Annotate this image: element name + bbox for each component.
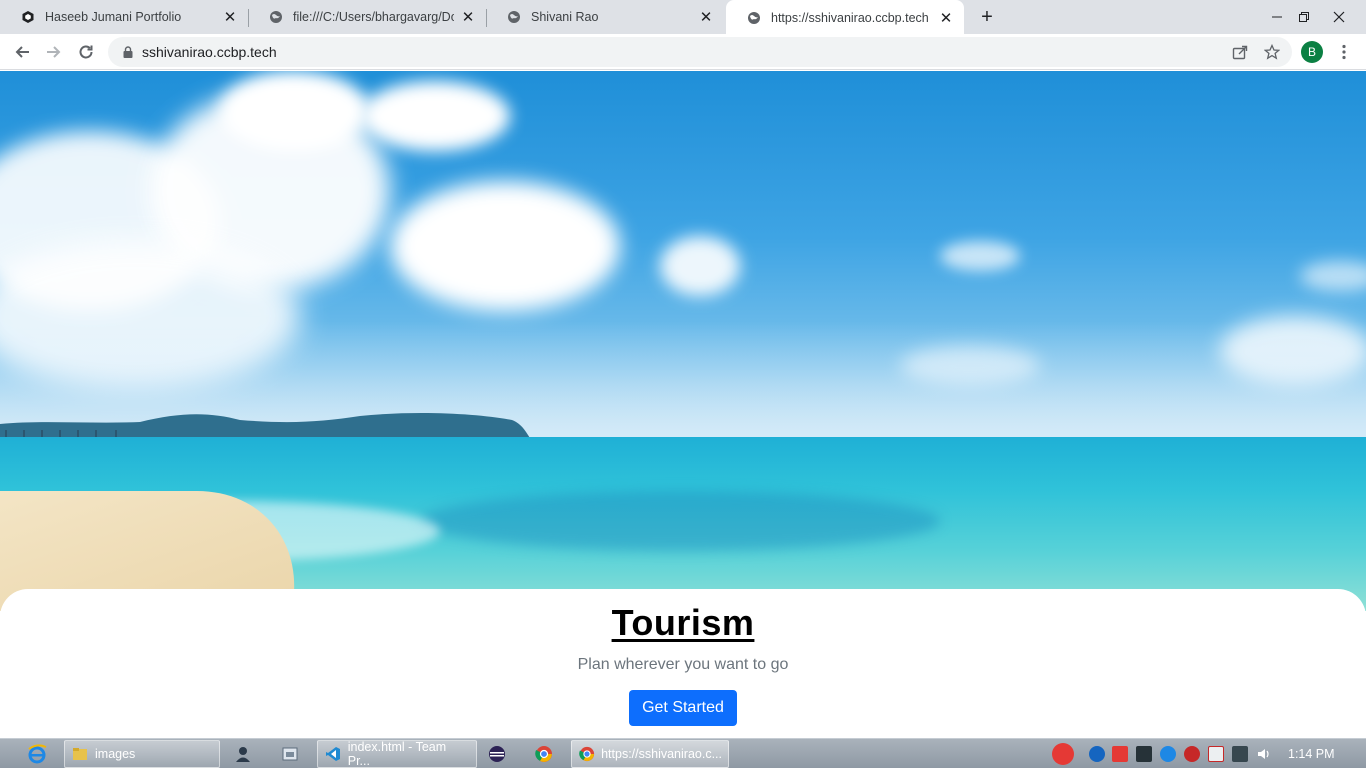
address-bar[interactable]: sshivanirao.ccbp.tech	[108, 37, 1292, 67]
back-button[interactable]	[9, 39, 35, 65]
browser-tab-strip: Haseeb Jumani Portfolio ✕ file:///C:/Use…	[0, 0, 1366, 35]
tab-shivani-rao[interactable]: Shivani Rao ✕	[486, 0, 724, 34]
bookmark-star-icon[interactable]	[1260, 40, 1284, 64]
chrome-icon	[578, 745, 595, 763]
bluetooth-icon[interactable]	[1089, 746, 1105, 762]
sea-shadow	[420, 491, 940, 551]
taskbar-item-vscode[interactable]: index.html - Team Pr...	[317, 740, 477, 768]
eclipse-icon[interactable]	[488, 740, 514, 768]
app-tray-icon[interactable]	[1052, 743, 1074, 765]
app-person-icon[interactable]	[234, 740, 260, 768]
share-icon[interactable]	[1228, 40, 1252, 64]
lock-icon	[118, 46, 138, 58]
close-icon[interactable]: ✕	[222, 9, 238, 26]
address-url[interactable]: sshivanirao.ccbp.tech	[142, 44, 277, 60]
taskbar-item-chrome-active[interactable]: https://sshivanirao.c...	[571, 740, 729, 768]
close-icon[interactable]: ✕	[460, 9, 476, 26]
action-center-icon[interactable]	[1208, 746, 1224, 762]
cloud	[660, 236, 740, 296]
page-subtitle: Plan wherever you want to go	[577, 656, 789, 673]
browser-toolbar: sshivanirao.ccbp.tech B	[0, 34, 1366, 70]
page-title: Tourism	[611, 602, 755, 643]
kebab-menu-icon[interactable]	[1334, 40, 1354, 64]
hero-beach-image	[0, 71, 1366, 611]
close-icon[interactable]: ✕	[938, 10, 954, 27]
network-icon[interactable]	[1232, 746, 1248, 762]
forward-button[interactable]	[41, 39, 67, 65]
get-started-button[interactable]: Get Started	[629, 690, 737, 726]
tab-title: https://sshivanirao.ccbp.tech	[771, 10, 929, 25]
internet-explorer-icon[interactable]	[26, 740, 52, 768]
tab-title: file:///C:/Users/bhargavarg/Down	[293, 10, 454, 24]
distant-island	[0, 413, 530, 440]
teamviewer-icon[interactable]	[1160, 746, 1176, 762]
profile-avatar[interactable]: B	[1301, 41, 1323, 63]
new-tab-button[interactable]: +	[976, 6, 998, 28]
close-icon[interactable]: ✕	[698, 9, 714, 26]
windows-taskbar: images index.html - Team Pr... https://s…	[0, 738, 1366, 768]
screen-recorder-icon[interactable]	[1112, 746, 1128, 762]
tab-local-file[interactable]: file:///C:/Users/bhargavarg/Down ✕	[248, 0, 486, 34]
chrome-icon[interactable]	[535, 740, 561, 768]
webflow-icon	[20, 9, 36, 25]
tab-title: Shivani Rao	[531, 10, 599, 24]
app-window-icon[interactable]	[281, 740, 307, 768]
globe-icon	[746, 10, 762, 26]
tab-title: Haseeb Jumani Portfolio	[45, 10, 182, 24]
globe-icon	[268, 9, 284, 25]
cloud	[940, 241, 1020, 271]
vscode-icon	[324, 745, 342, 763]
taskbar-item-images[interactable]: images	[64, 740, 220, 768]
display-icon[interactable]	[1136, 746, 1152, 762]
cloud	[390, 181, 620, 311]
taskbar-label: https://sshivanirao.c...	[601, 747, 722, 761]
page-viewport: Tourism Plan wherever you want to go Get…	[0, 71, 1366, 738]
restore-button[interactable]	[1287, 0, 1321, 34]
taskbar-label: index.html - Team Pr...	[347, 740, 447, 768]
cloud	[360, 81, 510, 151]
tab-sshivanirao-active[interactable]: https://sshivanirao.ccbp.tech ✕	[726, 0, 964, 35]
taskbar-label: images	[95, 747, 136, 761]
close-window-button[interactable]	[1322, 0, 1356, 34]
reload-button[interactable]	[73, 39, 99, 65]
taskbar-clock[interactable]: 1:14 PM	[1288, 739, 1335, 768]
cloud	[220, 71, 370, 151]
volume-icon[interactable]	[1256, 746, 1272, 762]
antivirus-icon[interactable]	[1184, 746, 1200, 762]
folder-icon	[71, 745, 89, 763]
globe-icon	[506, 9, 522, 25]
tab-haseeb-jumani-portfolio[interactable]: Haseeb Jumani Portfolio ✕	[0, 0, 248, 34]
hero-content-card: Tourism Plan wherever you want to go Get…	[0, 589, 1366, 738]
